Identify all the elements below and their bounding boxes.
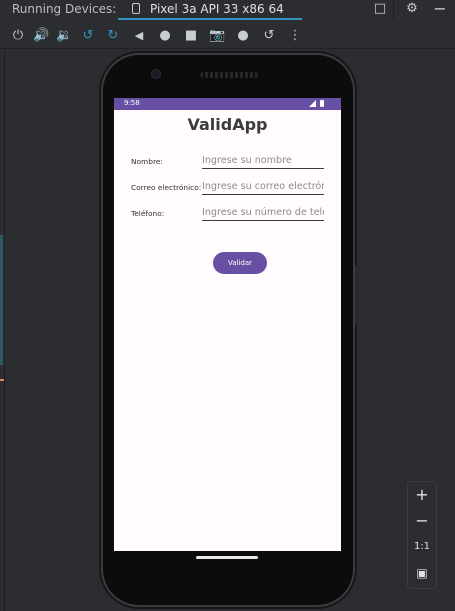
screenshot-icon[interactable]: 📷 <box>209 27 225 45</box>
tool-window-title: Running Devices: <box>12 2 117 16</box>
more-options-icon[interactable]: ⋮ <box>287 27 303 45</box>
status-time: 9:58 <box>124 99 140 107</box>
home-icon[interactable]: ● <box>157 27 173 45</box>
zoom-out-button[interactable]: − <box>408 511 436 530</box>
header-divider <box>393 0 394 20</box>
battery-icon <box>320 100 324 107</box>
tab-device-label: Pixel 3a API 33 x86 64 <box>150 2 284 16</box>
phone-label: Teléfono: <box>131 209 165 218</box>
left-gutter-marker <box>0 235 3 365</box>
tab-device[interactable]: Pixel 3a API 33 x86 64 <box>118 0 302 20</box>
phone-input[interactable]: Ingrese su número de telé <box>202 206 324 221</box>
zoom-controls: + − 1:1 ▣ <box>407 481 437 589</box>
status-bar: 9:58 <box>114 98 341 110</box>
email-label: Correo electrónico: <box>131 183 202 192</box>
rotate-left-icon[interactable]: ↺ <box>80 27 96 45</box>
emulator-toolbar: ⏻ 🔊 🔉 ↺ ↻ ◀ ● ■ 📷 ● ↺ ⋮ <box>0 24 455 48</box>
screen-record-icon[interactable]: ● <box>235 27 251 45</box>
name-input[interactable]: Ingrese su nombre <box>202 154 324 169</box>
volume-down-icon[interactable]: 🔉 <box>56 27 72 45</box>
zoom-in-button[interactable]: + <box>408 485 436 504</box>
overview-icon[interactable]: ■ <box>183 27 199 45</box>
email-input[interactable]: Ingrese su correo electrón <box>202 180 324 195</box>
actual-size-button[interactable]: 1:1 <box>408 541 436 552</box>
power-icon[interactable]: ⏻ <box>10 27 26 45</box>
name-label: Nombre: <box>131 157 163 166</box>
fit-screen-icon[interactable]: ▣ <box>408 566 436 580</box>
side-button <box>355 265 358 325</box>
signal-icon <box>309 100 316 107</box>
toolbar-divider <box>0 48 455 49</box>
camera-icon <box>151 69 161 79</box>
gesture-bar[interactable] <box>196 556 258 559</box>
left-gutter-indicator <box>0 379 4 381</box>
app-title: ValidApp <box>187 115 268 134</box>
restore-window-icon[interactable]: □ <box>373 2 387 16</box>
back-icon[interactable]: ◀ <box>131 27 147 45</box>
device-icon <box>132 3 140 14</box>
speaker-grille <box>200 72 258 78</box>
snapshot-icon[interactable]: ↺ <box>261 27 277 45</box>
validate-button[interactable]: Validar <box>213 252 267 274</box>
tab-active-indicator <box>118 18 302 20</box>
device-screen[interactable]: 9:58 ValidApp Nombre: Ingrese su nombre … <box>114 98 341 551</box>
gear-icon[interactable]: ⚙ <box>405 2 419 16</box>
minimize-icon[interactable]: − <box>433 1 447 17</box>
tool-window-header: Running Devices: Pixel 3a API 33 x86 64 … <box>0 0 455 20</box>
volume-up-icon[interactable]: 🔊 <box>33 27 49 45</box>
rotate-right-icon[interactable]: ↻ <box>105 27 121 45</box>
